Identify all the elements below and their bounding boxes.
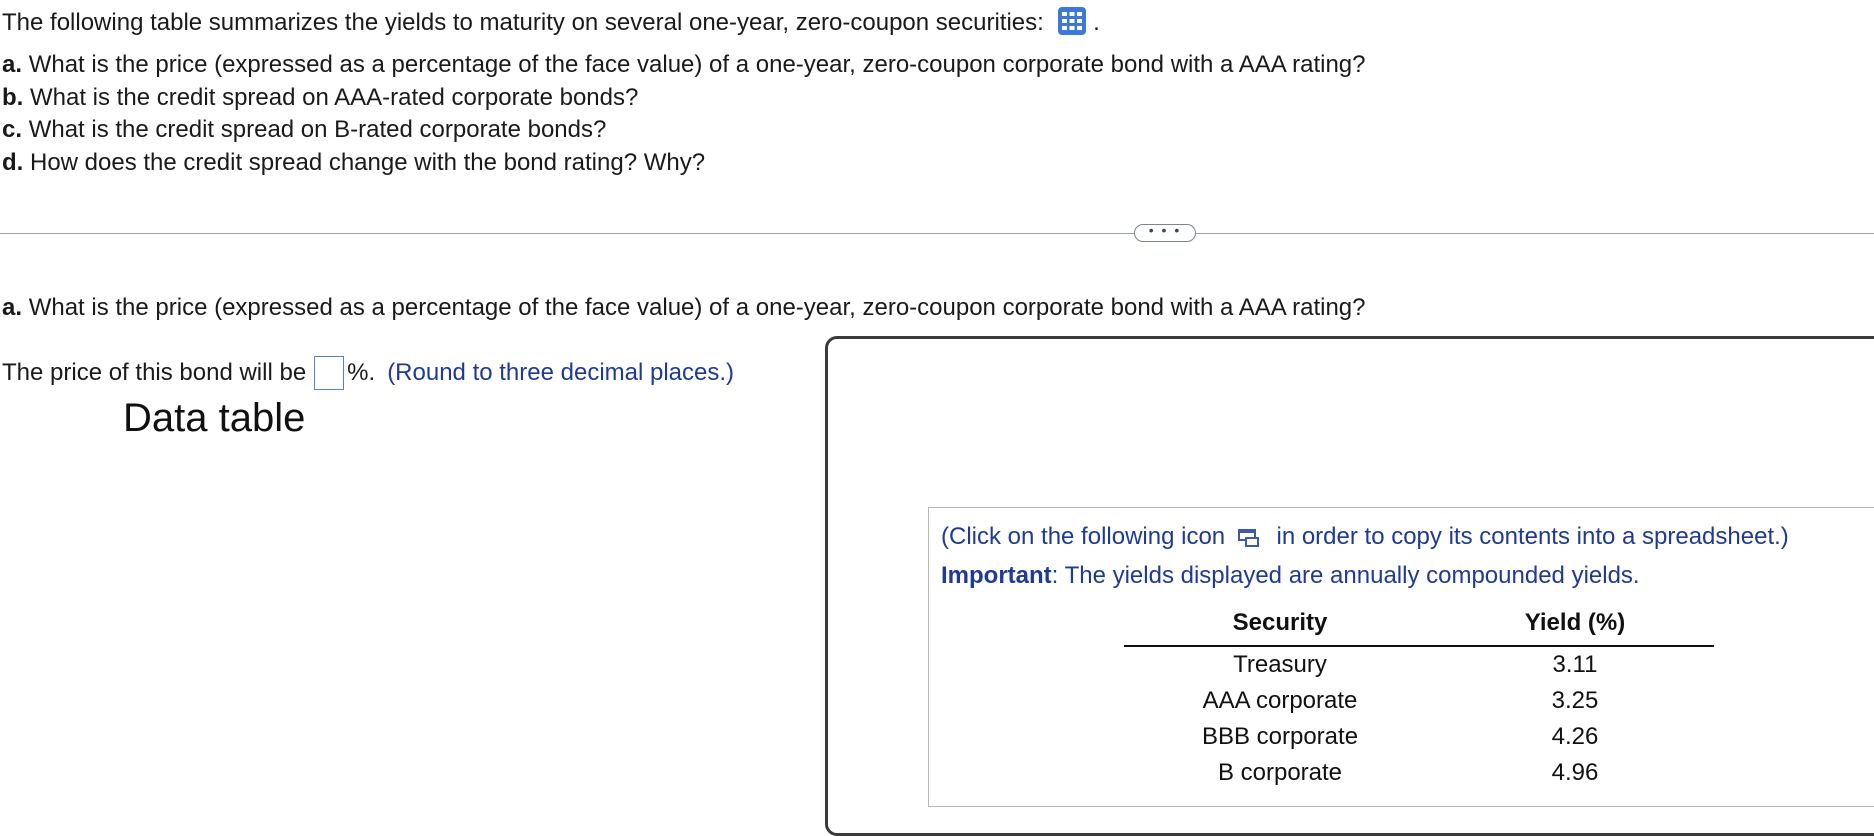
question-letter: d.: [2, 148, 24, 176]
question-item-b: b. What is the credit spread on AAA-rate…: [2, 82, 1365, 115]
answer-suffix: %.: [347, 359, 376, 386]
table-row: B corporate 4.96: [1124, 755, 1714, 791]
important-label: Important: [941, 562, 1052, 589]
question-text: What is the credit spread on B-rated cor…: [28, 116, 607, 143]
part-a-question: a. What is the price (expressed as a per…: [2, 293, 1365, 323]
copy-instruction-after: in order to copy its contents into a spr…: [1276, 523, 1789, 550]
section-divider: [0, 233, 1874, 234]
question-letter: a.: [2, 51, 23, 78]
table-grid-icon[interactable]: [1057, 6, 1087, 44]
table-row: BBB corporate 4.26: [1124, 719, 1714, 755]
copy-instruction-before: (Click on the following icon: [941, 523, 1226, 550]
yield-cell: 4.26: [1551, 723, 1599, 750]
security-cell: Treasury: [1233, 651, 1327, 678]
expand-more-button[interactable]: • • •: [1134, 223, 1196, 242]
question-item-a: a. What is the price (expressed as a per…: [2, 49, 1365, 82]
question-text: What is the credit spread on AAA-rated c…: [30, 83, 639, 111]
yield-cell: 4.96: [1551, 759, 1599, 786]
table-row: AAA corporate 3.25: [1124, 683, 1714, 719]
header-security: Security: [1124, 609, 1436, 647]
important-note: Important: The yields displayed are annu…: [941, 558, 1789, 593]
question-letter: c.: [2, 116, 23, 143]
security-cell: BBB corporate: [1201, 723, 1359, 750]
answer-line: The price of this bond will be %. (Round…: [2, 356, 734, 390]
question-item-d: d. How does the credit spread change wit…: [2, 147, 1365, 180]
panel-note: (Click on the following icon in order to…: [941, 519, 1789, 593]
question-text: How does the credit spread change with t…: [30, 148, 706, 176]
table-row: Treasury 3.11: [1124, 646, 1714, 683]
part-a-letter: a.: [2, 294, 23, 321]
question-intro: The following table summarizes the yield…: [2, 6, 1100, 44]
question-list: a. What is the price (expressed as a per…: [2, 49, 1365, 179]
header-yield: Yield (%): [1436, 609, 1714, 647]
security-cell: AAA corporate: [1202, 687, 1358, 714]
yield-table: Security Yield (%) Treasury 3.11 AAA cor…: [1124, 609, 1714, 791]
question-item-c: c. What is the credit spread on B-rated …: [2, 114, 1365, 147]
question-text: What is the price (expressed as a percen…: [28, 51, 1366, 78]
part-a-text: What is the price (expressed as a percen…: [28, 294, 1366, 321]
question-intro-text: The following table summarizes the yield…: [2, 9, 1044, 36]
rounding-hint: (Round to three decimal places.): [387, 359, 735, 386]
price-answer-input[interactable]: [314, 356, 345, 390]
question-letter: b.: [2, 83, 24, 111]
yield-cell: 3.25: [1551, 687, 1599, 714]
important-text: : The yields displayed are annually comp…: [1051, 562, 1640, 589]
yield-cell: 3.11: [1552, 651, 1598, 678]
copy-instruction: (Click on the following icon in order to…: [941, 519, 1789, 558]
question-intro-period: .: [1093, 9, 1100, 36]
popup-title: Data table: [123, 396, 306, 440]
answer-prefix: The price of this bond will be: [2, 359, 307, 386]
security-cell: B corporate: [1217, 759, 1343, 786]
copy-to-spreadsheet-icon[interactable]: [1237, 523, 1260, 558]
table-header-row: Security Yield (%): [1124, 609, 1714, 647]
